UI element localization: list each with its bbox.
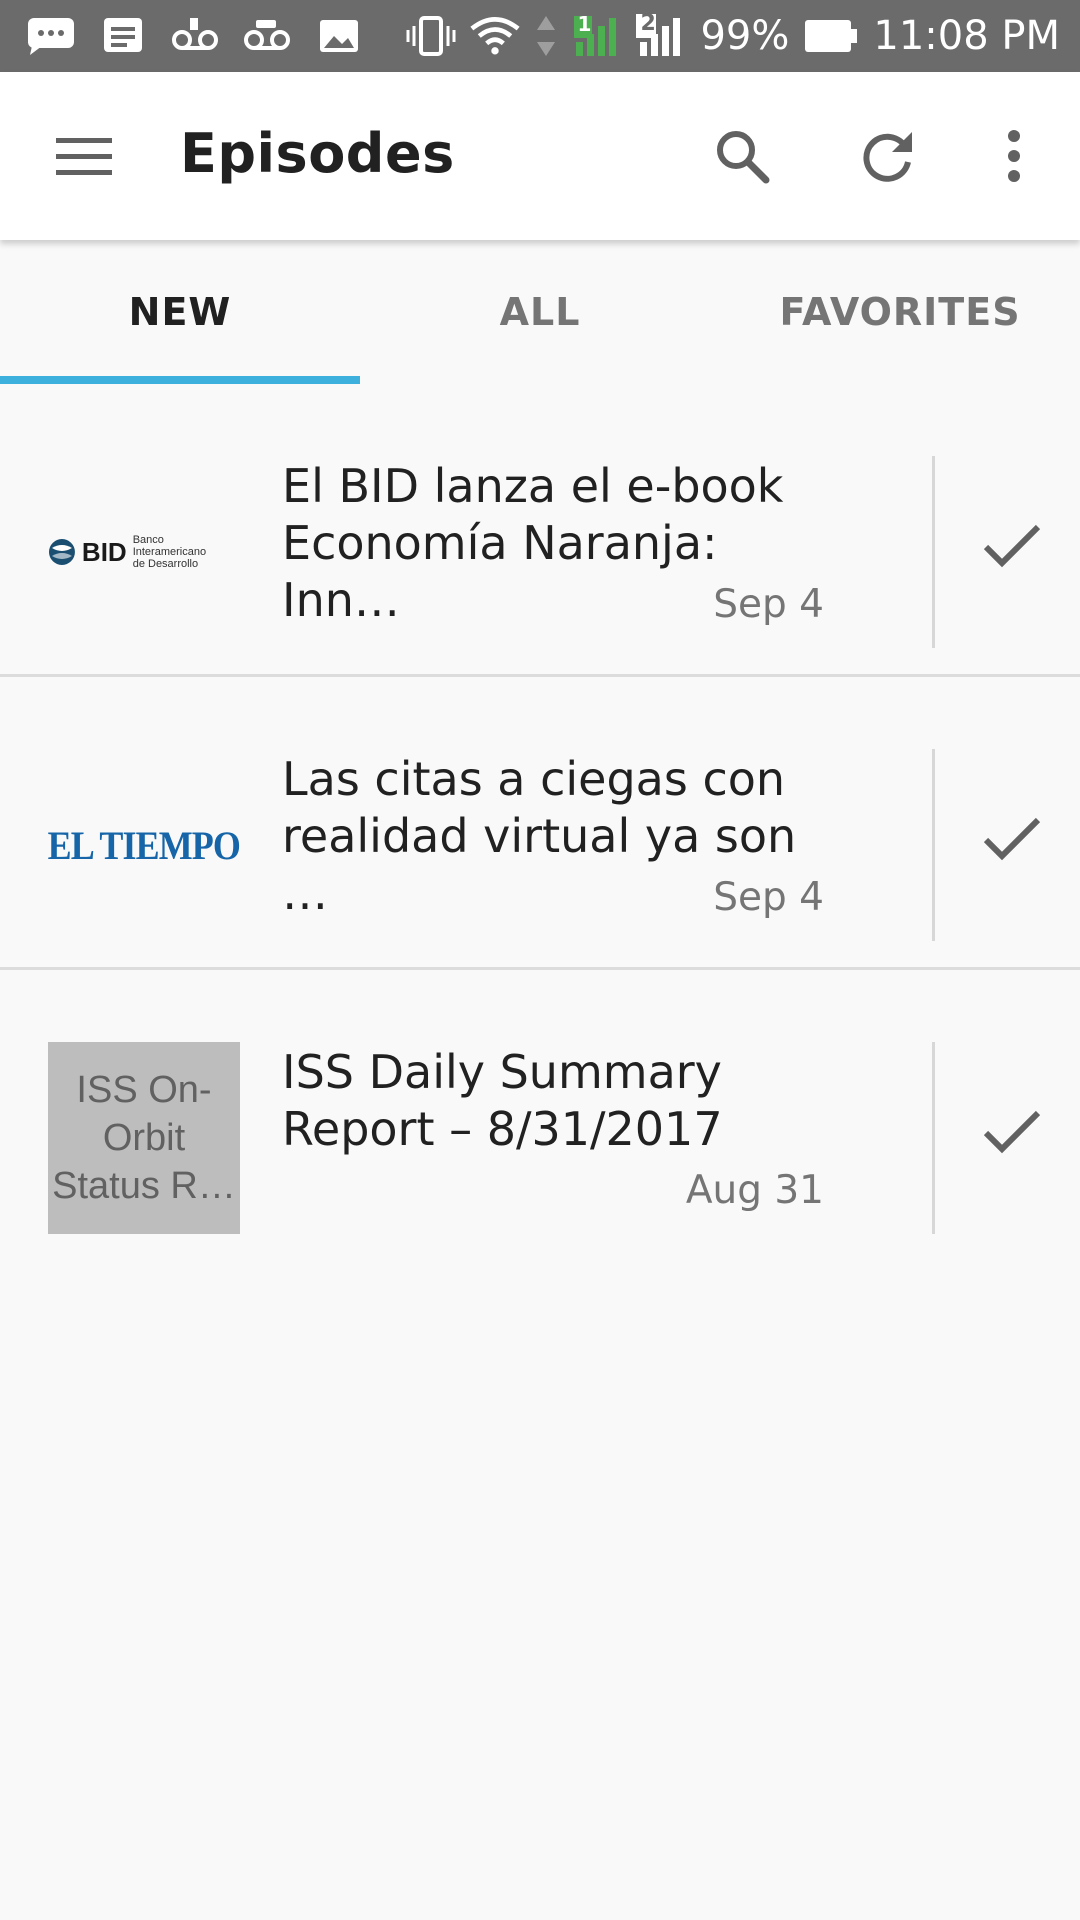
episode-title-line: Las citas a ciegas con: [282, 752, 786, 806]
check-icon: [983, 1110, 1041, 1154]
tab-favorites[interactable]: FAVORITES: [720, 240, 1080, 384]
mark-played-button[interactable]: [968, 502, 1056, 590]
voicemail-icon: [242, 14, 292, 58]
status-bar: 1 2 99% 11:08 PM: [0, 0, 1080, 72]
placeholder-line: Orbit: [102, 1117, 186, 1159]
episode-date: Sep 4: [713, 582, 824, 627]
episode-title-line: ISS Daily Summary: [282, 1045, 722, 1099]
app-bar: Episodes: [0, 72, 1080, 240]
el-tiempo-logo: EL TIEMPO: [47, 822, 241, 868]
placeholder-line: Status R…: [52, 1165, 236, 1207]
navigation-drawer-button[interactable]: [40, 116, 128, 196]
message-icon: [98, 14, 148, 58]
clock: 11:08 PM: [873, 13, 1060, 59]
wifi-icon: [470, 14, 521, 58]
tab-indicator: [0, 376, 360, 384]
bid-name-line2: de Desarrollo: [132, 558, 199, 570]
data-arrows-icon: [534, 14, 558, 58]
tab-new[interactable]: NEW: [0, 240, 360, 384]
refresh-button[interactable]: [844, 116, 932, 196]
sim-slot-label: 2: [640, 11, 656, 36]
data-sim-label: 1: [577, 12, 592, 36]
episode-title-line: Report – 8/31/2017: [282, 1102, 723, 1156]
episode-title: ISS Daily Summary Report – 8/31/2017: [282, 1044, 842, 1158]
notification-icons: [26, 14, 406, 58]
episode-thumbnail: EL TIEMPO: [47, 749, 241, 941]
system-icons: 1 2 99% 11:08 PM: [406, 11, 1060, 59]
bid-name-line1: Banco Interamericano: [132, 534, 207, 558]
vertical-divider: [932, 1042, 935, 1234]
episode-list: BID Banco Interamericano de Desarrollo E…: [0, 384, 1080, 1260]
bid-globe-icon: [48, 539, 75, 565]
episode-date: Aug 31: [685, 1168, 824, 1213]
episode-thumbnail: BID Banco Interamericano de Desarrollo: [48, 456, 240, 648]
refresh-icon: [863, 132, 912, 182]
battery-percent: 99%: [700, 13, 790, 59]
vertical-divider: [932, 456, 935, 648]
signal-icon: 2: [636, 11, 686, 58]
mark-played-button[interactable]: [968, 1088, 1056, 1176]
episode-thumbnail: ISS On- Orbit Status R…: [48, 1042, 240, 1234]
bid-mark: BID: [81, 536, 127, 567]
vibrate-icon: [406, 14, 456, 58]
search-icon: [717, 131, 770, 184]
tab-bar: NEW ALL FAVORITES: [0, 240, 1080, 384]
placeholder-line: ISS On-: [76, 1069, 212, 1111]
chat-bubble-icon: [26, 14, 76, 58]
search-button[interactable]: [698, 116, 786, 196]
thumbnail-placeholder-text: ISS On- Orbit Status R…: [51, 1066, 237, 1210]
episode-title-line: El BID lanza el e-book: [282, 459, 784, 513]
more-vert-icon: [1008, 130, 1020, 182]
tab-all[interactable]: ALL: [360, 240, 720, 384]
page-title: Episodes: [180, 122, 455, 185]
hamburger-menu-icon: [56, 138, 112, 175]
episode-date: Sep 4: [713, 875, 824, 920]
image-icon: [314, 14, 364, 58]
battery-icon: [803, 14, 859, 58]
episode-row[interactable]: ISS On- Orbit Status R… ISS Daily Summar…: [0, 970, 1080, 1260]
mark-played-button[interactable]: [968, 795, 1056, 883]
voicemail-icon: [170, 14, 220, 58]
more-options-button[interactable]: [970, 116, 1058, 196]
episode-row[interactable]: BID Banco Interamericano de Desarrollo E…: [0, 384, 1080, 677]
signal-icon: 1: [572, 12, 622, 58]
episode-row[interactable]: EL TIEMPO Las citas a ciegas con realida…: [0, 677, 1080, 970]
check-icon: [983, 817, 1041, 861]
check-icon: [983, 524, 1041, 568]
vertical-divider: [932, 749, 935, 941]
bid-logo: BID Banco Interamericano de Desarrollo: [48, 534, 240, 570]
